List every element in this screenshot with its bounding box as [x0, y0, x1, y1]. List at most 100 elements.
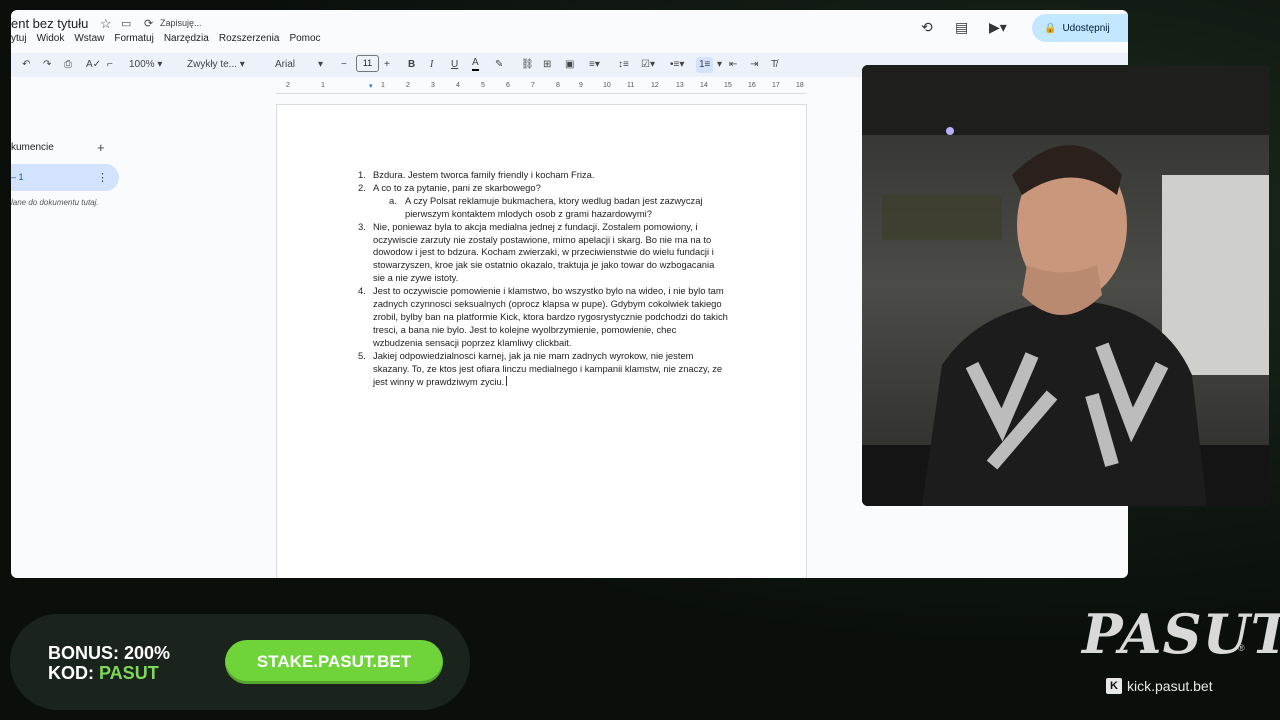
ruler-tick: 3 [431, 82, 435, 89]
ruler-tick: 14 [700, 82, 708, 89]
list-number: 2. [358, 181, 366, 193]
ruler-tick: 2 [406, 82, 410, 89]
bold-icon[interactable]: B [408, 57, 415, 73]
list-number: 1. [358, 169, 366, 180]
list-text: Bzdura. Jestem tworca family friendly i … [373, 169, 595, 180]
menu-help[interactable]: Pomoc [289, 33, 320, 44]
list-item: 2. A co to za pytanie, pani ze skarbowego… [358, 182, 728, 195]
menu-extensions[interactable]: Rozszerzenia [219, 33, 280, 44]
ruler-tick: 9 [579, 82, 583, 89]
list-text: Jest to oczywiscie pomowienie i klamstwo… [373, 285, 728, 348]
outline-tab-label: – 1 [11, 172, 24, 182]
star-icon[interactable]: ☆ [100, 16, 112, 32]
italic-icon[interactable]: I [430, 57, 433, 73]
meet-icon[interactable]: ▶▾ [989, 19, 1007, 36]
ruler-tick: 5 [481, 82, 485, 89]
list-item: 5. Jakiej odpowiedzialnosci karnej, jak j… [358, 350, 728, 389]
redo-icon[interactable]: ↷ [43, 57, 51, 73]
move-folder-icon[interactable]: ▭ [121, 17, 131, 30]
ruler-tick: 8 [556, 82, 560, 89]
kick-link[interactable]: K kick.pasut.bet [1106, 678, 1213, 694]
list-text: Nie, poniewaz byla to akcja medialna jed… [373, 220, 715, 284]
checklist-icon[interactable]: ☑▾ [641, 57, 655, 73]
promo-text: BONUS: 200% KOD: PASUT [48, 643, 170, 683]
promo-cta-button[interactable]: STAKE.PASUT.BET [225, 640, 443, 684]
menu-insert[interactable]: Wstaw [74, 33, 104, 44]
history-icon[interactable]: ⟲ [921, 19, 933, 36]
ruler-tick: 15 [724, 82, 732, 89]
kick-url: kick.pasut.bet [1127, 678, 1213, 694]
menu-bar: ytuj Widok Wstaw Formatuj Narzędzia Rozs… [11, 33, 331, 44]
ruler-tick: 18 [796, 82, 804, 89]
chevron-down-icon[interactable]: ▾ [717, 57, 722, 73]
decrease-font-icon[interactable]: − [341, 57, 347, 73]
ruler[interactable]: 2 1 ▾ 1 2 3 4 5 6 7 8 9 10 11 12 13 14 1… [276, 80, 806, 94]
zoom-select[interactable]: 100% ▾ [129, 57, 162, 73]
lock-icon: 🔒 [1044, 22, 1057, 34]
document-title[interactable]: ent bez tytułu [11, 16, 88, 31]
increase-font-icon[interactable]: + [384, 57, 390, 73]
streamer-logo: PASUT [1082, 602, 1280, 666]
ruler-tick: 17 [772, 82, 780, 89]
text-color-icon[interactable]: A [472, 57, 479, 71]
bullet-list-icon[interactable]: •≡▾ [670, 57, 684, 73]
outline-note: lane do dokumentu tutaj. [11, 198, 99, 207]
add-tab-icon[interactable]: + [97, 140, 105, 155]
comments-icon[interactable]: ▤ [955, 19, 968, 36]
indent-marker-icon[interactable]: ▾ [369, 82, 373, 90]
ruler-tick: 7 [531, 82, 535, 89]
share-button[interactable]: 🔒 Udostępnij [1032, 14, 1128, 42]
share-label: Udostępnij [1062, 22, 1110, 34]
list-item: 1. Bzdura. Jestem tworca family friendly … [358, 169, 728, 182]
underline-icon[interactable]: U [451, 57, 458, 73]
outline-heading: kumencie [11, 142, 54, 153]
chevron-down-icon[interactable]: ▾ [318, 57, 323, 73]
ruler-tick: 13 [676, 82, 684, 89]
decrease-indent-icon[interactable]: ⇤ [729, 57, 737, 73]
clear-format-icon[interactable]: T̸ [771, 57, 777, 73]
list-text: A czy Polsat reklamuje bukmachera, ktory… [405, 194, 703, 219]
ruler-tick: 12 [651, 82, 659, 89]
kick-icon: K [1106, 678, 1122, 694]
comment-add-icon[interactable]: ⊞ [543, 57, 551, 73]
ruler-tick: 1 [321, 82, 325, 89]
font-select[interactable]: Arial [275, 57, 295, 73]
list-number: 5. [358, 349, 366, 361]
menu-edit[interactable]: ytuj [11, 33, 27, 44]
list-text: A co to za pytanie, pani ze skarbowego? [373, 181, 541, 193]
webcam-feed [862, 65, 1269, 506]
more-options-icon[interactable]: ⋮ [97, 171, 108, 184]
sub-list-item: a. A czy Polsat reklamuje bukmachera, kto… [358, 195, 728, 221]
style-select[interactable]: Zwykły te... ▾ [187, 57, 245, 73]
font-size-input[interactable]: 11 [356, 55, 379, 72]
list-number: a. [389, 194, 397, 206]
menu-view[interactable]: Widok [37, 33, 65, 44]
document-page[interactable]: 1. Bzdura. Jestem tworca family friendly … [276, 104, 807, 578]
list-item: 4. Jest to oczywiscie pomowienie i klamst… [358, 285, 728, 350]
code-label: KOD: [48, 663, 94, 683]
menu-format[interactable]: Formatuj [114, 33, 153, 44]
align-icon[interactable]: ≡▾ [589, 57, 600, 73]
ruler-tick: 16 [748, 82, 756, 89]
undo-icon[interactable]: ↶ [22, 57, 30, 73]
increase-indent-icon[interactable]: ⇥ [750, 57, 758, 73]
ruler-tick: 6 [506, 82, 510, 89]
menu-tools[interactable]: Narzędzia [164, 33, 209, 44]
sync-icon: ⟳ [144, 18, 154, 30]
registered-icon: ® [1238, 643, 1245, 653]
line-spacing-icon[interactable]: ↕≡ [618, 57, 629, 73]
paint-format-icon[interactable]: ⌐ [107, 57, 113, 73]
image-icon[interactable]: ▣ [565, 57, 574, 73]
list-text: Jakiej odpowiedzialnosci karnej, jak ja … [373, 349, 723, 387]
numbered-list-icon[interactable]: 1≡ [696, 57, 714, 73]
webcam-image [862, 65, 1269, 506]
link-icon[interactable]: ⛓ [521, 57, 534, 73]
ruler-tick: 4 [456, 82, 460, 89]
bonus-label: BONUS: [48, 643, 119, 663]
ruler-tick: 2 [286, 82, 290, 89]
document-body[interactable]: 1. Bzdura. Jestem tworca family friendly … [358, 169, 728, 388]
highlight-icon[interactable]: ✎ [495, 57, 503, 73]
print-icon[interactable]: ⎙ [64, 57, 72, 73]
bonus-value: 200% [124, 643, 171, 663]
spellcheck-icon[interactable]: A✓ [86, 57, 101, 73]
